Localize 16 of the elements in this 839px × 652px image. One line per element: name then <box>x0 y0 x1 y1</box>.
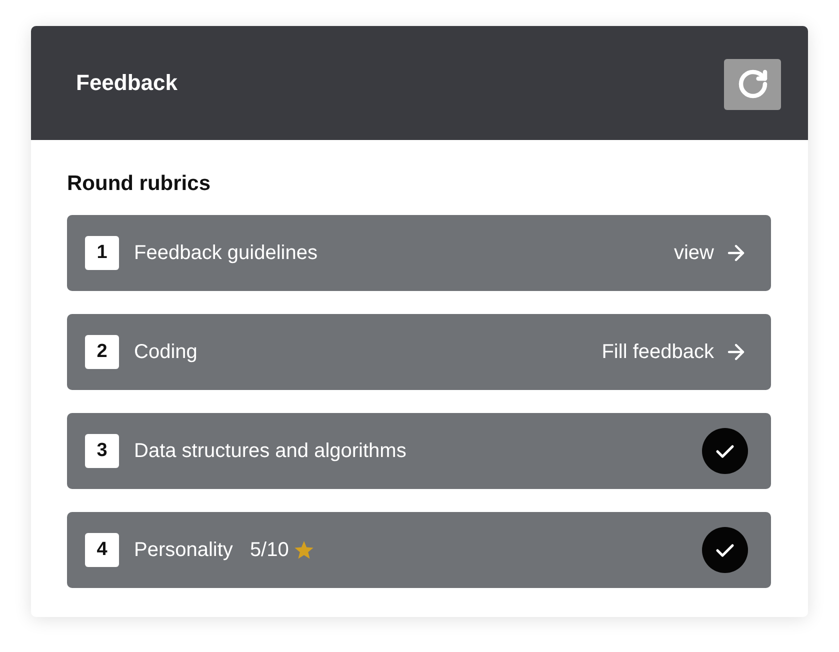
section-title: Round rubrics <box>67 171 212 197</box>
step-number: 1 <box>85 236 119 270</box>
rubric-label: Data structures and algorithms <box>134 440 406 462</box>
rubric-label: Feedback guidelines <box>134 242 318 264</box>
refresh-icon <box>736 68 768 100</box>
step-number: 4 <box>85 533 119 567</box>
action-link[interactable]: Fill feedback <box>602 340 748 364</box>
step-number: 3 <box>85 434 119 468</box>
score: 5/10 <box>250 538 289 562</box>
refresh-button[interactable] <box>724 58 781 110</box>
step-number: 2 <box>85 335 119 369</box>
rubric-label: Personality <box>134 538 233 562</box>
star-icon <box>294 540 314 560</box>
card-title: Feedback <box>76 70 178 96</box>
action-link[interactable]: view <box>674 241 748 265</box>
rubric-label: Coding <box>134 340 198 364</box>
